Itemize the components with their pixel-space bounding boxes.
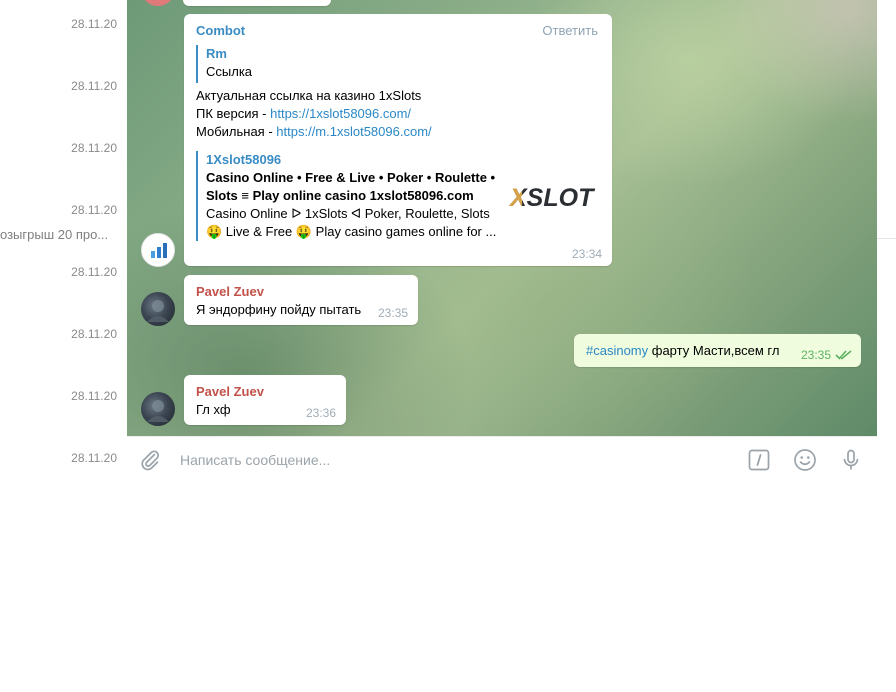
combot-avatar[interactable] — [141, 233, 175, 267]
message-bubble-pavel[interactable]: Pavel Zuev Гл хф 23:36 — [184, 375, 346, 425]
message-bubble-pavel[interactable]: Pavel Zuev Я эндорфину пойду пытать 23:3… — [184, 275, 418, 325]
message-line: Актуальная ссылка на казино 1xSlots — [196, 88, 422, 103]
attach-button[interactable] — [138, 448, 162, 472]
preview-title: Casino Online • Free & Live • Poker • Ro… — [206, 170, 496, 185]
dialog-date: 28.11.20 — [71, 79, 117, 93]
message-text: Актуальная ссылка на казино 1xSlots ПК в… — [196, 87, 432, 141]
link-preview[interactable]: 1Xslot58096 Casino Online • Free & Live … — [196, 151, 506, 241]
preview-title: Slots ≡ Play online casino 1xslot58096.c… — [206, 188, 474, 203]
dialog-date: 28.11.20 — [71, 203, 117, 217]
divider — [877, 238, 896, 239]
chat-background: Combot Ответить Rm Ссылка Актуальная ссы… — [127, 0, 877, 436]
sender-name[interactable]: Pavel Zuev — [196, 284, 264, 299]
hashtag-link[interactable]: #casinomy — [586, 343, 648, 358]
preview-thumbnail[interactable]: XSLOT XSLOT — [508, 182, 600, 212]
preview-description: Casino Online ᐅ 1xSlots ᐊ Poker, Roulett… — [206, 206, 490, 221]
avatar[interactable] — [141, 392, 175, 426]
sender-name[interactable]: Combot — [196, 23, 245, 38]
quote-author: Rm — [206, 46, 227, 61]
smile-icon — [794, 449, 816, 471]
sender-name[interactable]: Pavel Zuev — [196, 384, 264, 399]
dialog-date: 28.11.20 — [71, 327, 117, 341]
message-input[interactable]: Написать сообщение... — [180, 452, 330, 468]
mobile-link[interactable]: https://m.1xslot58096.com/ — [276, 124, 431, 139]
message-body: фарту Масти,всем гл — [648, 343, 780, 358]
message-time: 23:34 — [571, 247, 602, 261]
emoji-button[interactable] — [793, 448, 817, 472]
message-time: 23:35 — [800, 348, 831, 362]
reply-button[interactable]: Ответить — [542, 23, 598, 38]
user-avatar-icon — [147, 400, 169, 422]
quote-text: Ссылка — [206, 64, 253, 79]
voice-record-button[interactable] — [839, 448, 863, 472]
dialog-date: 28.11.20 — [71, 265, 117, 279]
message-text: Я эндорфину пойду пытать — [196, 302, 362, 317]
pc-label: ПК версия - — [196, 106, 271, 121]
avatar[interactable] — [141, 0, 175, 6]
double-check-icon — [835, 350, 852, 360]
right-panel-edge — [877, 0, 896, 482]
message-bubble-combot[interactable]: Combot Ответить Rm Ссылка Актуальная ссы… — [184, 14, 612, 266]
message-line: ПК версия - https://1xslot58096.com/ — [196, 105, 432, 123]
pc-link[interactable]: https://1xslot58096.com/ — [270, 106, 411, 121]
user-avatar-icon — [147, 300, 169, 322]
message-text: Гл хф — [196, 402, 231, 417]
dialog-date: 28.11.20 — [71, 451, 117, 465]
dialog-preview-text[interactable]: озыгрыш 20 про... — [0, 227, 127, 242]
dialog-date: 28.11.20 — [71, 141, 117, 155]
slash-command-icon — [748, 449, 770, 471]
dialog-date: 28.11.20 — [71, 389, 117, 403]
microphone-icon — [843, 449, 859, 470]
message-time: 23:36 — [305, 406, 336, 420]
paperclip-icon — [141, 450, 160, 471]
preview-site-name: 1Xslot58096 — [206, 152, 282, 167]
message-time: 23:35 — [377, 306, 408, 320]
avatar[interactable] — [141, 292, 175, 326]
dialog-date: 28.11.20 — [71, 17, 117, 31]
xslot-logo-icon: XSLOT XSLOT — [508, 184, 596, 212]
message-composer: Написать сообщение... — [127, 436, 877, 482]
dialog-list: 28.11.20 28.11.20 28.11.20 28.11.20 озыг… — [0, 0, 127, 482]
reply-quote[interactable]: Rm Ссылка — [196, 45, 252, 83]
message-bubble-outgoing[interactable]: #casinomy фарту Масти,всем гл 23:35 — [574, 334, 861, 367]
bot-commands-button[interactable] — [747, 448, 771, 472]
message-text: #casinomy фарту Масти,всем гл — [586, 343, 779, 358]
previous-message-bubble[interactable] — [183, 0, 331, 6]
bar-chart-icon — [151, 243, 167, 258]
mobile-label: Мобильная - — [196, 124, 277, 139]
message-line: Мобильная - https://m.1xslot58096.com/ — [196, 123, 432, 141]
preview-description: 🤑 Live & Free 🤑 Play casino games online… — [206, 224, 497, 239]
